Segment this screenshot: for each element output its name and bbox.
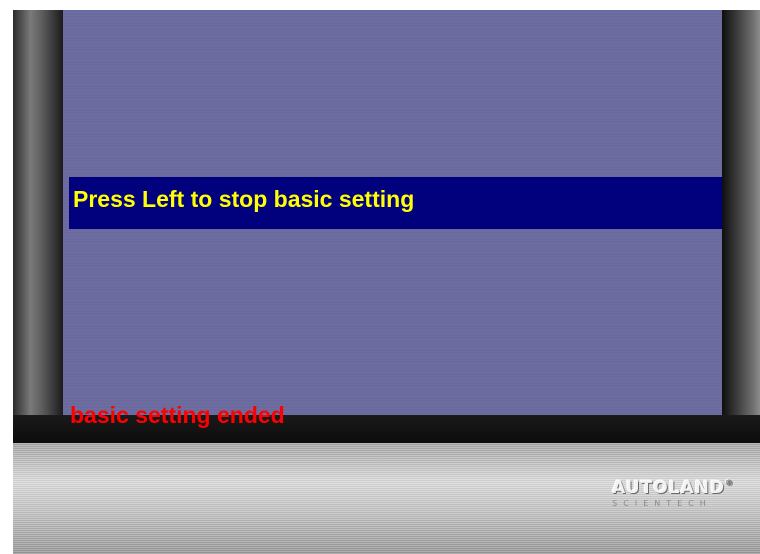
logo-subtitle: SCIENTECH	[612, 499, 712, 508]
autoland-logo: AUTOLAND® SCIENTECH	[612, 478, 734, 508]
prompt-bar: Press Left to stop basic setting	[69, 177, 722, 229]
logo-brand: AUTOLAND®	[612, 478, 734, 498]
screen-frame-right	[722, 10, 760, 415]
screen-frame-left	[13, 10, 63, 415]
prompt-text: Press Left to stop basic setting	[73, 186, 415, 212]
status-message: basic setting ended	[70, 402, 285, 428]
